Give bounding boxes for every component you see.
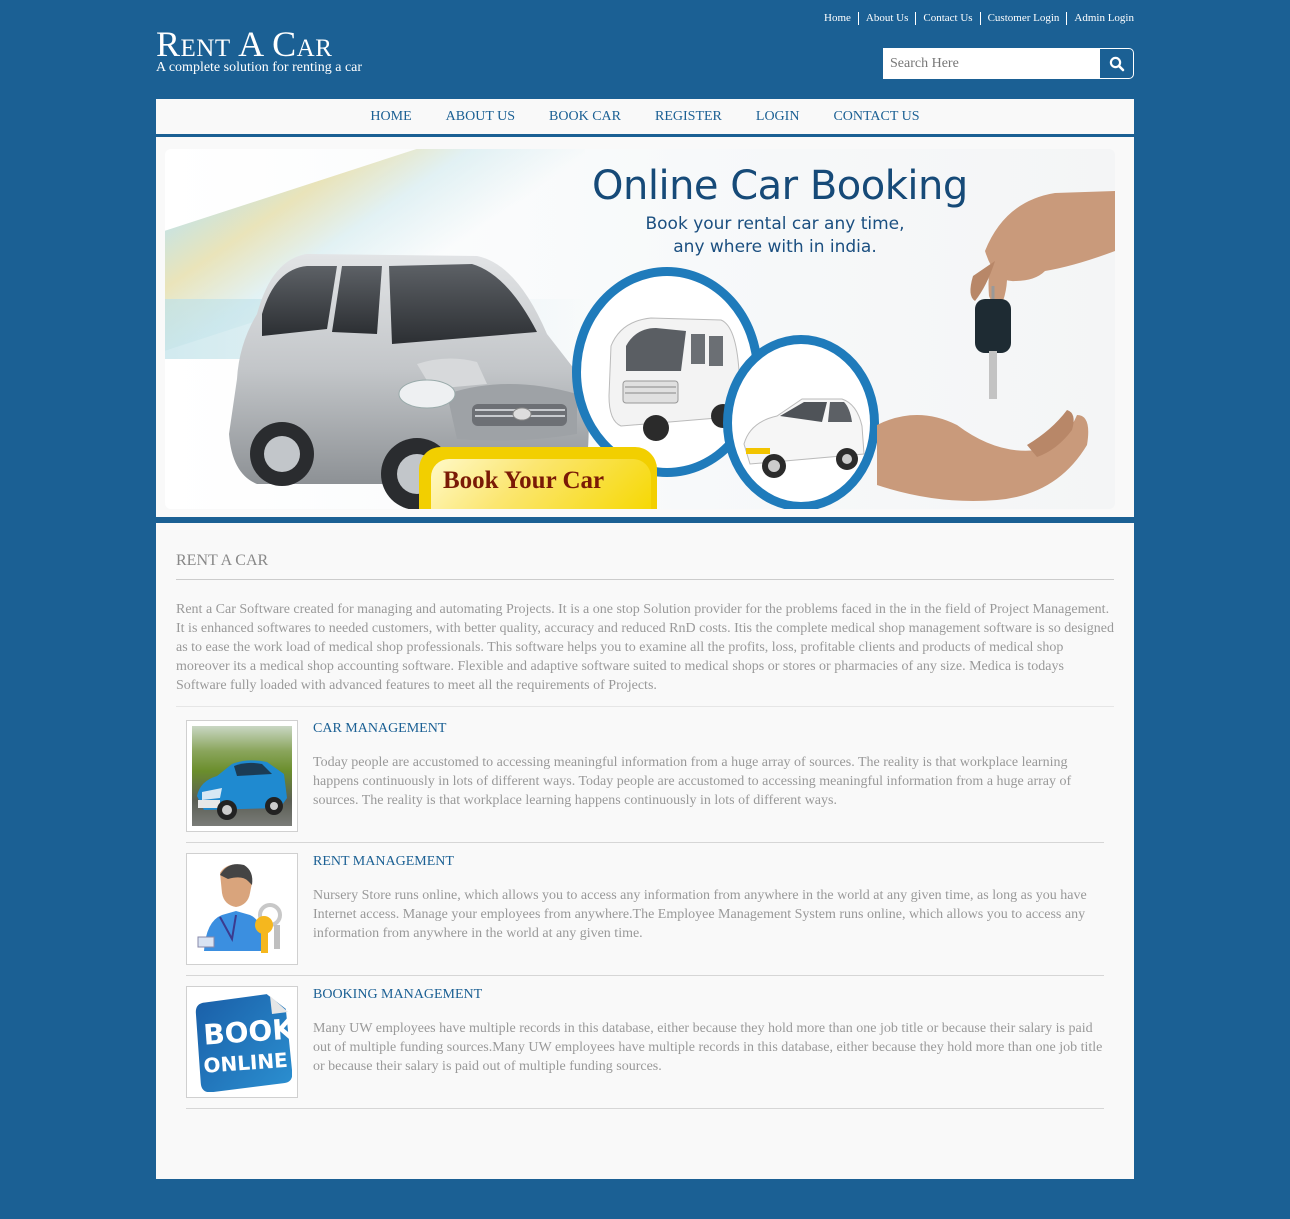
banner-divider <box>156 517 1134 523</box>
feature-thumbnail <box>186 853 298 965</box>
white-sedan-image <box>743 398 865 478</box>
nav-about-us[interactable]: ABOUT US <box>429 98 532 136</box>
feature-title[interactable]: BOOKING MANAGEMENT <box>313 986 482 1004</box>
top-link-about-us[interactable]: About Us <box>857 12 915 25</box>
open-hand-image <box>877 410 1089 501</box>
main-nav: HOME ABOUT US BOOK CAR REGISTER LOGIN CO… <box>156 99 1134 137</box>
nav-register[interactable]: REGISTER <box>638 98 739 136</box>
feature-thumbnail: BOOK ONLINE <box>186 986 298 1098</box>
main-container: HOME ABOUT US BOOK CAR REGISTER LOGIN CO… <box>156 99 1134 1179</box>
book-online-sticker-image: BOOK ONLINE <box>195 994 292 1092</box>
logo-tagline: A complete solution for renting a car <box>156 60 363 75</box>
logo-title: Rent A Car <box>156 24 333 64</box>
nav-book-car[interactable]: BOOK CAR <box>532 98 638 136</box>
book-your-car-button[interactable]: Book Your Car <box>419 447 657 509</box>
feature-booking-management: BOOK ONLINE BOOKING MANAGEMENT Many UW e… <box>186 986 1104 1109</box>
sticker-text-book: BOOK <box>202 1012 292 1051</box>
top-link-contact-us[interactable]: Contact Us <box>915 12 979 25</box>
blue-car-image <box>197 760 287 820</box>
site-logo[interactable]: Rent A Car A complete solution for renti… <box>156 24 362 75</box>
feature-thumbnail <box>186 720 298 832</box>
banner-title: Online Car Booking <box>592 163 968 209</box>
top-link-admin-login[interactable]: Admin Login <box>1066 12 1134 25</box>
intro-paragraph: Rent a Car Software created for managing… <box>176 600 1114 707</box>
search-button[interactable] <box>1100 48 1134 79</box>
feature-description: Nursery Store runs online, which allows … <box>313 888 1087 941</box>
feature-title[interactable]: CAR MANAGEMENT <box>313 720 446 738</box>
banner-subtitle-line: any where with in india. <box>673 237 877 257</box>
banner-subtitle: Book your rental car any time, any where… <box>625 213 925 259</box>
search-bar <box>883 48 1134 79</box>
nav-home[interactable]: HOME <box>353 98 428 136</box>
top-link-customer-login[interactable]: Customer Login <box>979 12 1067 25</box>
sedan-circle <box>723 335 879 509</box>
nav-contact-us[interactable]: CONTACT US <box>816 98 936 136</box>
top-links: Home About Us Contact Us Customer Login … <box>817 12 1134 25</box>
search-icon <box>1109 56 1124 71</box>
banner-subtitle-line: Book your rental car any time, <box>645 214 905 234</box>
feature-car-management: CAR MANAGEMENT Today people are accustom… <box>186 720 1104 843</box>
nav-login[interactable]: LOGIN <box>739 98 817 136</box>
hand-with-key-image <box>970 191 1115 399</box>
top-link-home[interactable]: Home <box>817 12 858 25</box>
feature-title[interactable]: RENT MANAGEMENT <box>313 853 454 871</box>
feature-rent-management: RENT MANAGEMENT Nursery Store runs onlin… <box>186 853 1104 976</box>
search-input[interactable] <box>883 48 1100 79</box>
feature-description: Many UW employees have multiple records … <box>313 1021 1103 1074</box>
user-key-image <box>197 864 282 953</box>
feature-description: Today people are accustomed to accessing… <box>313 755 1072 808</box>
content-section: RENT A CAR Rent a Car Software created f… <box>176 549 1114 707</box>
section-title: RENT A CAR <box>176 549 1114 580</box>
hero-banner: INNOVA Online Car Booking Book your rent… <box>165 149 1115 509</box>
book-your-car-label: Book Your Car <box>443 467 605 494</box>
